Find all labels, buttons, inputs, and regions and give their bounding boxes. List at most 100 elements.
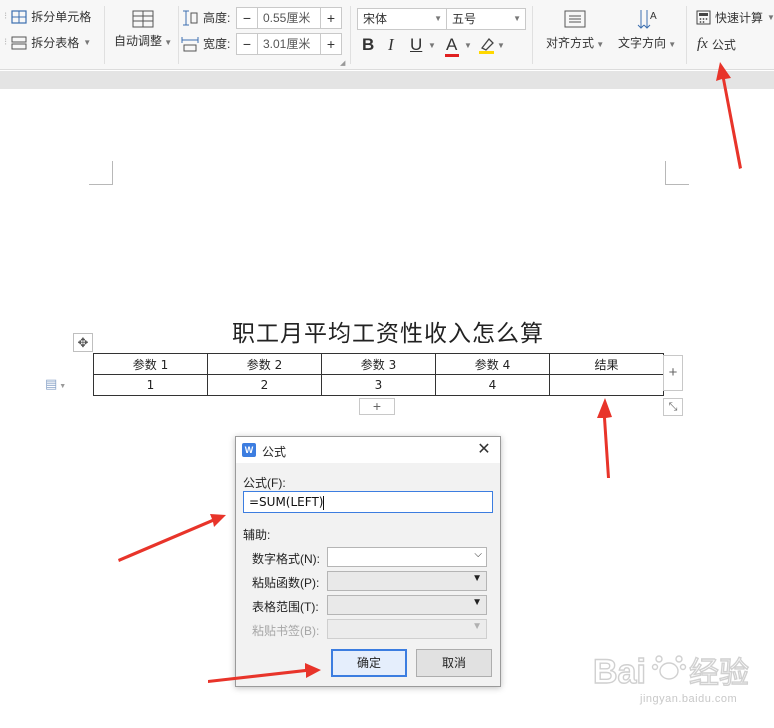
table-cell[interactable]: 参数 4 — [435, 353, 550, 375]
align-icon — [564, 10, 586, 28]
row-height-spinner[interactable]: − 0.55厘米 + — [236, 7, 342, 29]
svg-text:A: A — [650, 11, 657, 22]
table-cell[interactable]: 4 — [435, 374, 550, 396]
arrow-to-result-cell — [597, 398, 612, 478]
table-move-handle[interactable]: ✥ — [73, 333, 93, 352]
close-icon[interactable]: ✕ — [474, 440, 494, 460]
add-row-button[interactable]: + — [359, 398, 395, 415]
width-increase-button[interactable]: + — [321, 34, 341, 54]
dialog-launcher-icon[interactable]: ◢ — [340, 59, 345, 67]
dialog-titlebar[interactable]: W 公式 ✕ — [236, 437, 500, 463]
separator — [532, 6, 533, 64]
arrow-to-formula-input — [118, 514, 226, 562]
font-size-select[interactable]: 五号 ▼ — [446, 8, 526, 30]
split-table-button[interactable]: ⁝ 拆分表格 ▼ — [4, 34, 91, 51]
svg-text:经验: 经验 — [689, 657, 749, 690]
split-cells-icon — [11, 9, 27, 24]
row-height-label: 高度: — [181, 9, 230, 26]
height-decrease-button[interactable]: − — [237, 8, 257, 28]
separator — [178, 6, 179, 64]
chevron-down-icon: ⌵ — [474, 549, 482, 560]
font-name-value: 宋体 — [363, 12, 388, 26]
separator — [350, 6, 351, 64]
data-table[interactable]: 参数 1 参数 2 参数 3 参数 4 结果 1 2 3 4 — [93, 353, 664, 396]
font-name-select[interactable]: 宋体 ▼ — [357, 8, 447, 30]
bold-button[interactable]: B — [362, 34, 374, 56]
font-color-button[interactable]: A — [445, 34, 459, 57]
screen: ⁝ 拆分单元格 ⁝ 拆分表格 ▼ 自动调整 ▼ 高度: − 0.55厘米 + 宽… — [0, 0, 774, 728]
watermark-url: jingyan.baidu.com — [640, 693, 738, 705]
split-table-label: 拆分表格 — [31, 36, 80, 50]
calculator-icon — [696, 10, 711, 25]
font-color-glyph: A — [446, 35, 458, 54]
paste-function-select[interactable]: ▼ — [327, 571, 487, 591]
formula-value: =SUM(LEFT) — [249, 495, 324, 509]
width-label: 宽度: — [203, 37, 231, 51]
cancel-button[interactable]: 取消 — [416, 649, 492, 677]
table-cell[interactable]: 参数 1 — [93, 353, 208, 375]
width-value[interactable]: 3.01厘米 — [257, 34, 321, 54]
text-direction-button[interactable]: A 文字方向 ▼ — [618, 8, 676, 51]
formula-dialog: W 公式 ✕ 公式(F): =SUM(LEFT) 辅助: 数字格式(N): ⌵ … — [235, 436, 501, 687]
auto-fit-icon — [132, 10, 154, 28]
height-label: 高度: — [203, 11, 231, 25]
separator — [104, 6, 105, 64]
height-value[interactable]: 0.55厘米 — [257, 8, 321, 28]
formula-label: 公式 — [711, 38, 736, 52]
dropdown-arrow-icon: ▼ — [472, 573, 482, 584]
ok-button[interactable]: 确定 — [331, 649, 407, 677]
chevron-down-icon[interactable]: ▼ — [428, 41, 436, 50]
align-button[interactable]: 对齐方式 ▼ — [546, 10, 604, 51]
col-width-icon — [181, 36, 199, 51]
table-cell[interactable]: 参数 2 — [207, 353, 322, 375]
number-format-select[interactable]: ⌵ — [327, 547, 487, 567]
auto-fit-label: 自动调整 — [114, 34, 163, 48]
chevron-down-icon: ▼ — [513, 14, 521, 23]
split-cells-button[interactable]: ⁝ 拆分单元格 — [4, 8, 91, 25]
chevron-down-icon[interactable]: ▼ — [464, 41, 472, 50]
paste-function-label: 粘贴函数(P): — [252, 576, 320, 590]
table-cell[interactable]: 3 — [321, 374, 436, 396]
result-cell[interactable] — [549, 374, 664, 396]
dropdown-arrow-icon: ▼ — [472, 621, 482, 632]
split-table-icon — [11, 36, 27, 49]
paste-bookmark-select: ▼ — [327, 619, 487, 639]
italic-button[interactable]: I — [388, 34, 394, 56]
table-cell[interactable]: 结果 — [549, 353, 664, 375]
number-format-label: 数字格式(N): — [252, 552, 320, 566]
underline-button[interactable]: U — [410, 34, 422, 56]
svg-text:Bai: Bai — [593, 653, 646, 691]
chevron-down-icon: ▼ — [83, 38, 92, 47]
text-direction-icon: A — [637, 10, 657, 29]
page-corner-mark — [89, 184, 113, 185]
separator — [686, 6, 687, 64]
row-height-icon — [183, 10, 198, 25]
highlight-button[interactable] — [478, 36, 496, 57]
add-column-button[interactable]: + — [663, 355, 683, 391]
formula-input[interactable]: =SUM(LEFT) — [243, 491, 493, 513]
auto-fit-button[interactable]: 自动调整 ▼ — [114, 8, 172, 49]
col-width-spinner[interactable]: − 3.01厘米 + — [236, 33, 342, 55]
wps-app-icon: W — [242, 443, 256, 457]
table-resize-handle[interactable]: ⤡ — [663, 398, 683, 416]
quick-calc-label: 快速计算 — [715, 11, 764, 25]
table-cell[interactable]: 参数 3 — [321, 353, 436, 375]
paragraph-icon[interactable]: ▤ ▼ — [45, 376, 66, 392]
ribbon-toolbar: ⁝ 拆分单元格 ⁝ 拆分表格 ▼ 自动调整 ▼ 高度: − 0.55厘米 + 宽… — [0, 0, 774, 70]
text-caret — [323, 495, 325, 510]
page-corner-mark — [665, 161, 666, 184]
chevron-down-icon: ▼ — [767, 13, 774, 22]
formula-button[interactable]: fx 公式 — [697, 36, 736, 53]
document-title: 职工月平均工资性收入怎么算 — [232, 321, 544, 347]
chevron-down-icon[interactable]: ▼ — [497, 41, 505, 50]
width-decrease-button[interactable]: − — [237, 34, 257, 54]
quick-calc-button[interactable]: 快速计算 ▼ — [696, 9, 774, 26]
height-increase-button[interactable]: + — [321, 8, 341, 28]
table-cell[interactable]: 2 — [207, 374, 322, 396]
dialog-title: 公式 — [262, 445, 287, 459]
table-cell[interactable]: 1 — [93, 374, 208, 396]
table-range-label: 表格范围(T): — [252, 600, 319, 614]
col-width-label: 宽度: — [181, 35, 230, 52]
table-range-select[interactable]: ▼ — [327, 595, 487, 615]
highlighter-icon — [479, 38, 494, 54]
